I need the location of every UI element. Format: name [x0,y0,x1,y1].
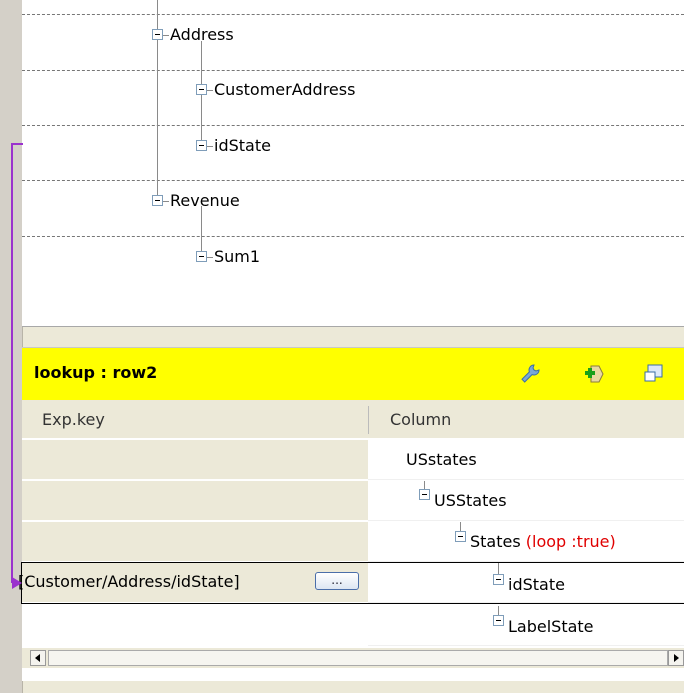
tree-item-usstates[interactable]: USStates [434,492,507,510]
tree-connector [207,257,213,258]
column-cell[interactable]: LabelState [368,606,684,646]
row-separator [22,14,684,15]
tree-connector [207,146,213,147]
exp-key-cell[interactable] [22,440,368,480]
collapse-icon[interactable] [419,489,430,500]
table-row[interactable]: USstates [22,440,684,480]
exp-key-cell[interactable]: [Customer/Address/idState] ... [18,563,368,603]
tree-item-sum1[interactable]: Sum1 [214,248,260,266]
column-header-column[interactable]: Column [390,410,451,429]
tree-connector [460,522,461,531]
tree-connector [163,201,169,202]
link-arrow-icon [12,577,22,589]
tree-item-usstates-root[interactable]: USstates [406,451,477,469]
row-separator [22,180,684,181]
collapse-icon[interactable] [196,84,207,95]
collapse-icon[interactable] [196,251,207,262]
column-cell[interactable]: idState [368,563,684,603]
column-cell[interactable]: USstates [368,440,684,480]
table-row-selected[interactable]: [Customer/Address/idState] ... idState [18,562,684,604]
output-tree-panel: Address CustomerAddress idState Revenue … [22,0,684,327]
tree-connector [207,90,213,91]
loop-badge: (loop :true) [525,532,616,551]
tree-item-idstate[interactable]: idState [214,137,271,155]
tree-connector [163,35,169,36]
tree-item-customeraddress[interactable]: CustomerAddress [214,81,355,99]
column-header-exp-key[interactable]: Exp.key [42,410,105,429]
expression-builder-button[interactable]: ... [315,572,359,590]
tree-item-idstate-lookup[interactable]: idState [508,576,565,594]
table-row[interactable]: States (loop :true) [22,522,684,562]
column-cell[interactable]: States (loop :true) [368,522,684,562]
scroll-right-arrow-icon[interactable] [668,650,684,666]
row-separator [22,70,684,71]
scrollbar-thumb[interactable] [48,650,668,666]
tree-item-address[interactable]: Address [170,26,234,44]
column-cell[interactable]: USStates [368,481,684,521]
tree-connector [498,563,499,574]
table-row[interactable]: LabelState [22,606,684,646]
expression-text[interactable]: [Customer/Address/idState] [18,572,240,591]
tree-connector [424,481,425,489]
exp-key-cell[interactable] [22,606,368,646]
table-row[interactable]: USStates [22,481,684,521]
exp-key-cell[interactable] [22,522,368,562]
collapse-icon[interactable] [196,140,207,151]
collapse-icon[interactable] [455,531,466,542]
tree-connector [498,606,499,615]
row-separator [22,236,684,237]
horizontal-scrollbar[interactable] [22,648,684,668]
tree-item-states[interactable]: States [470,532,521,551]
column-header: Exp.key Column [22,400,684,438]
column-divider[interactable] [368,406,369,434]
settings-window-icon[interactable] [642,362,666,386]
tree-item-states-line: States (loop :true) [470,533,616,551]
lookup-title: lookup : row2 [34,363,158,382]
wrench-icon[interactable] [518,362,542,386]
lookup-panel: lookup : row2 Exp.key Column USstates US… [18,347,684,681]
collapse-icon[interactable] [152,29,163,40]
lookup-header: lookup : row2 [22,348,684,400]
tree-item-revenue[interactable]: Revenue [170,192,240,210]
link-line [11,143,13,583]
collapse-icon[interactable] [493,574,504,585]
row-separator [22,125,684,126]
add-expression-icon[interactable] [582,362,606,386]
tree-item-labelstate[interactable]: LabelState [508,618,594,636]
exp-key-cell[interactable] [22,481,368,521]
scroll-left-arrow-icon[interactable] [30,650,46,666]
collapse-icon[interactable] [493,615,504,626]
collapse-icon[interactable] [152,195,163,206]
